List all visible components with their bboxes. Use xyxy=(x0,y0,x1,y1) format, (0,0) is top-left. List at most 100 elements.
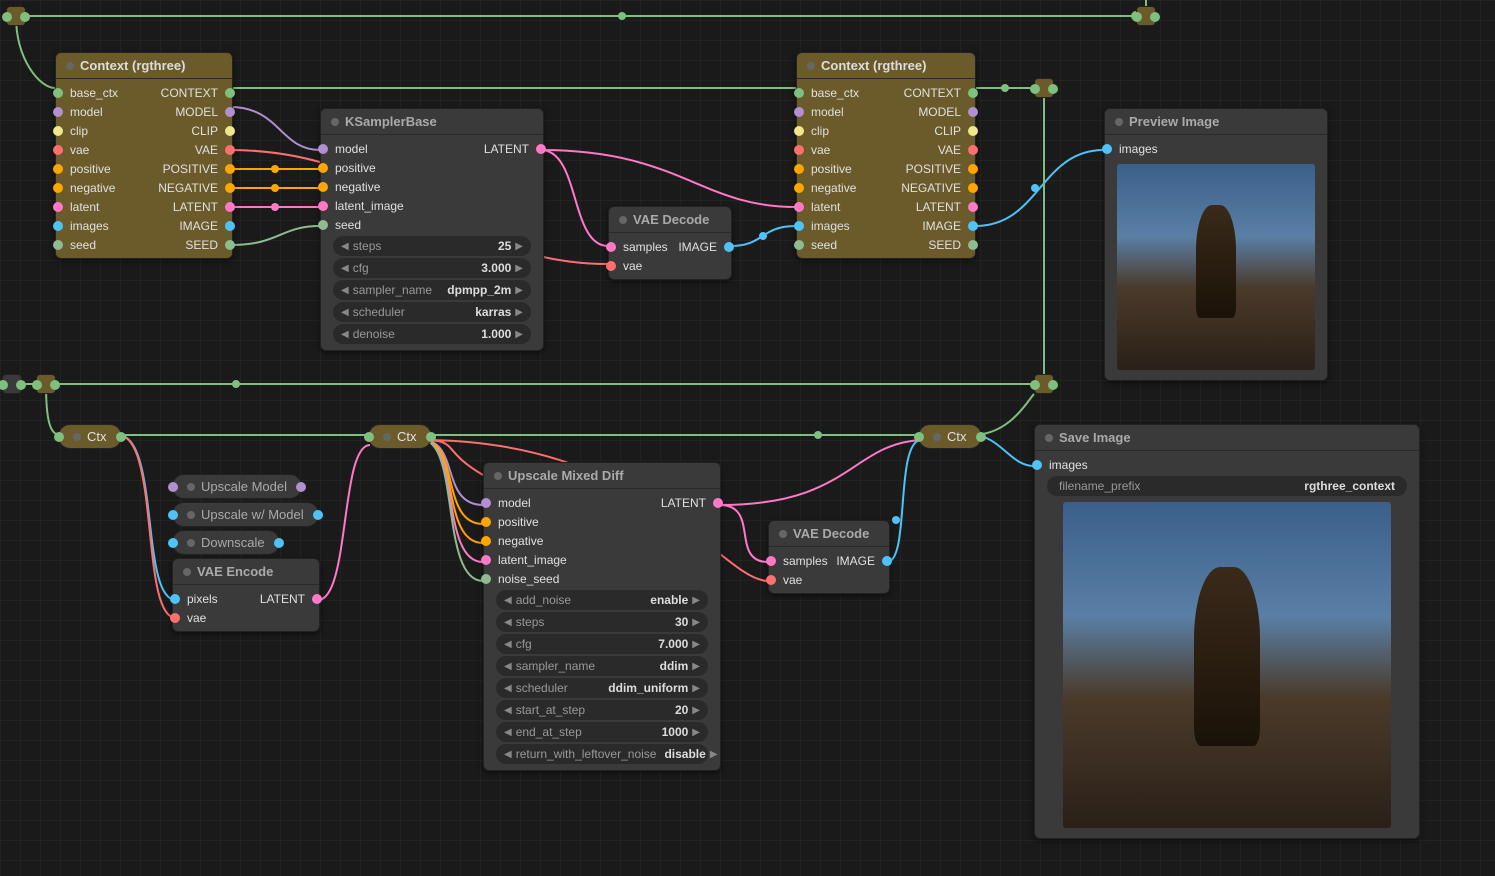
input-positive: positive xyxy=(331,161,533,175)
input-vae: vae xyxy=(619,259,721,273)
output-LATENT: LATENT xyxy=(886,200,965,214)
increment-arrow[interactable]: ▶ xyxy=(692,705,700,716)
input-images: images xyxy=(1045,458,1409,472)
widget-cfg[interactable]: ◀cfg3.000▶ xyxy=(333,258,531,278)
save-thumbnail[interactable] xyxy=(1063,502,1391,828)
node-context-2[interactable]: Context (rgthree) base_ctxCONTEXTmodelMO… xyxy=(796,52,976,259)
node-save-image[interactable]: Save Image images filename_prefix rgthre… xyxy=(1034,424,1420,839)
input-base_ctx: base_ctx xyxy=(807,86,886,100)
input-positive: positive xyxy=(807,162,886,176)
node-vae-encode[interactable]: VAE Encode pixelsLATENTvae xyxy=(172,558,320,632)
decrement-arrow[interactable]: ◀ xyxy=(341,263,349,274)
widget-add_noise[interactable]: ◀add_noiseenable▶ xyxy=(496,590,708,610)
title-text: VAE Encode xyxy=(197,564,273,579)
node-title[interactable]: KSamplerBase xyxy=(321,109,543,135)
node-downscale[interactable]: Downscale xyxy=(172,530,280,555)
node-title[interactable]: Context (rgthree) xyxy=(797,53,975,79)
widget-start_at_step[interactable]: ◀start_at_step20▶ xyxy=(496,700,708,720)
node-title[interactable]: VAE Decode xyxy=(769,521,889,547)
decrement-arrow[interactable]: ◀ xyxy=(504,683,512,694)
increment-arrow[interactable]: ▶ xyxy=(692,617,700,628)
increment-arrow[interactable]: ▶ xyxy=(692,661,700,672)
reroute-low-b[interactable] xyxy=(1034,374,1054,394)
node-ctx-a[interactable]: Ctx xyxy=(58,424,122,449)
increment-arrow[interactable]: ▶ xyxy=(710,749,718,760)
reroute-top-left[interactable] xyxy=(6,6,26,26)
node-upscale-with-model[interactable]: Upscale w/ Model xyxy=(172,502,319,527)
increment-arrow[interactable]: ▶ xyxy=(692,727,700,738)
output-POSITIVE: POSITIVE xyxy=(886,162,965,176)
input-latent_image: latent_image xyxy=(494,553,710,567)
increment-arrow[interactable]: ▶ xyxy=(515,329,523,340)
node-graph-canvas[interactable]: Context (rgthree) base_ctxCONTEXTmodelMO… xyxy=(0,0,1495,876)
decrement-arrow[interactable]: ◀ xyxy=(504,661,512,672)
widget-filename-prefix[interactable]: filename_prefix rgthree_context xyxy=(1047,476,1407,496)
widget-denoise[interactable]: ◀denoise1.000▶ xyxy=(333,324,531,344)
node-ctx-b[interactable]: Ctx xyxy=(368,424,432,449)
decrement-arrow[interactable]: ◀ xyxy=(504,595,512,606)
output-NEGATIVE: NEGATIVE xyxy=(886,181,965,195)
increment-arrow[interactable]: ▶ xyxy=(515,263,523,274)
decrement-arrow[interactable]: ◀ xyxy=(504,639,512,650)
output-LATENT: LATENT xyxy=(602,496,710,510)
node-title[interactable]: VAE Encode xyxy=(173,559,319,585)
widget-value: 25 xyxy=(432,239,515,253)
input-seed: seed xyxy=(331,218,533,232)
reroute-low-a[interactable] xyxy=(36,374,56,394)
title-text: VAE Decode xyxy=(633,212,709,227)
node-upscale-model[interactable]: Upscale Model xyxy=(172,474,302,499)
increment-arrow[interactable]: ▶ xyxy=(692,683,700,694)
reroute-ctx-out[interactable] xyxy=(1034,78,1054,98)
widget-steps[interactable]: ◀steps30▶ xyxy=(496,612,708,632)
preview-thumbnail[interactable] xyxy=(1117,164,1315,370)
decrement-arrow[interactable]: ◀ xyxy=(341,329,349,340)
node-title[interactable]: Preview Image xyxy=(1105,109,1327,135)
widget-label: sampler_name xyxy=(349,283,436,297)
node-title[interactable]: VAE Decode xyxy=(609,207,731,233)
output-SEED: SEED xyxy=(144,238,222,252)
output-LATENT: LATENT xyxy=(144,200,222,214)
widget-scheduler[interactable]: ◀schedulerddim_uniform▶ xyxy=(496,678,708,698)
increment-arrow[interactable]: ▶ xyxy=(515,241,523,252)
increment-arrow[interactable]: ▶ xyxy=(692,595,700,606)
widget-value: karras xyxy=(432,305,515,319)
decrement-arrow[interactable]: ◀ xyxy=(504,705,512,716)
widget-cfg[interactable]: ◀cfg7.000▶ xyxy=(496,634,708,654)
widget-steps[interactable]: ◀steps25▶ xyxy=(333,236,531,256)
widget-sampler_name[interactable]: ◀sampler_namedpmpp_2m▶ xyxy=(333,280,531,300)
node-title[interactable]: Save Image xyxy=(1035,425,1419,451)
node-upscale-mixed-diff[interactable]: Upscale Mixed Diff modelLATENTpositivene… xyxy=(483,462,721,771)
reroute-top-right[interactable] xyxy=(1136,6,1156,26)
decrement-arrow[interactable]: ◀ xyxy=(341,285,349,296)
node-context-1[interactable]: Context (rgthree) base_ctxCONTEXTmodelMO… xyxy=(55,52,233,259)
node-vae-decode-1[interactable]: VAE Decode samplesIMAGEvae xyxy=(608,206,732,280)
decrement-arrow[interactable]: ◀ xyxy=(341,241,349,252)
widget-scheduler[interactable]: ◀schedulerkarras▶ xyxy=(333,302,531,322)
node-ctx-c[interactable]: Ctx xyxy=(918,424,982,449)
decrement-arrow[interactable]: ◀ xyxy=(504,749,512,760)
widget-sampler_name[interactable]: ◀sampler_nameddim▶ xyxy=(496,656,708,676)
input-noise_seed: noise_seed xyxy=(494,572,710,586)
increment-arrow[interactable]: ▶ xyxy=(692,639,700,650)
widget-end_at_step[interactable]: ◀end_at_step1000▶ xyxy=(496,722,708,742)
decrement-arrow[interactable]: ◀ xyxy=(504,727,512,738)
input-seed: seed xyxy=(66,238,144,252)
node-preview-image[interactable]: Preview Image images xyxy=(1104,108,1328,381)
input-latent_image: latent_image xyxy=(331,199,533,213)
reroute-low-in[interactable] xyxy=(2,374,22,394)
node-ksampler[interactable]: KSamplerBase modelLATENTpositivenegative… xyxy=(320,108,544,351)
input-negative: negative xyxy=(331,180,533,194)
decrement-arrow[interactable]: ◀ xyxy=(341,307,349,318)
decrement-arrow[interactable]: ◀ xyxy=(504,617,512,628)
increment-arrow[interactable]: ▶ xyxy=(515,285,523,296)
title-text: Context (rgthree) xyxy=(821,58,926,73)
node-title[interactable]: Upscale Mixed Diff xyxy=(484,463,720,489)
node-vae-decode-2[interactable]: VAE Decode samplesIMAGEvae xyxy=(768,520,890,594)
input-pixels: pixels xyxy=(183,592,246,606)
title-text: Context (rgthree) xyxy=(80,58,185,73)
node-title[interactable]: Context (rgthree) xyxy=(56,53,232,79)
increment-arrow[interactable]: ▶ xyxy=(515,307,523,318)
widget-return_with_leftover_noise[interactable]: ◀return_with_leftover_noisedisable▶ xyxy=(496,744,708,764)
input-negative: negative xyxy=(494,534,710,548)
input-samples: samples xyxy=(779,554,829,568)
